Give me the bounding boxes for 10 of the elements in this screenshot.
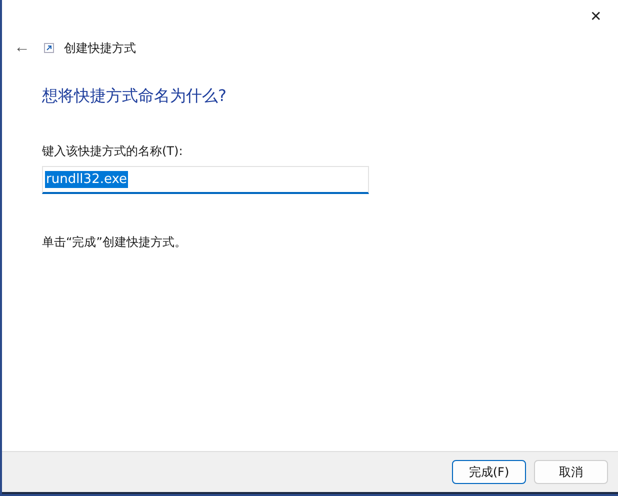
shortcut-icon (44, 43, 54, 53)
finish-button[interactable]: 完成(F) (452, 460, 526, 484)
name-input-field[interactable]: rundll32.exe (42, 166, 369, 194)
dialog-heading: 想将快捷方式命名为什么? (42, 86, 228, 107)
back-button[interactable]: ← (10, 39, 34, 57)
cancel-button[interactable]: 取消 (534, 460, 608, 484)
close-button[interactable]: ✕ (574, 0, 618, 32)
field-label: 键入该快捷方式的名称(T): (42, 143, 184, 160)
window-title: 创建快捷方式 (64, 40, 136, 56)
instruction-text: 单击“完成”创建快捷方式。 (42, 234, 188, 251)
